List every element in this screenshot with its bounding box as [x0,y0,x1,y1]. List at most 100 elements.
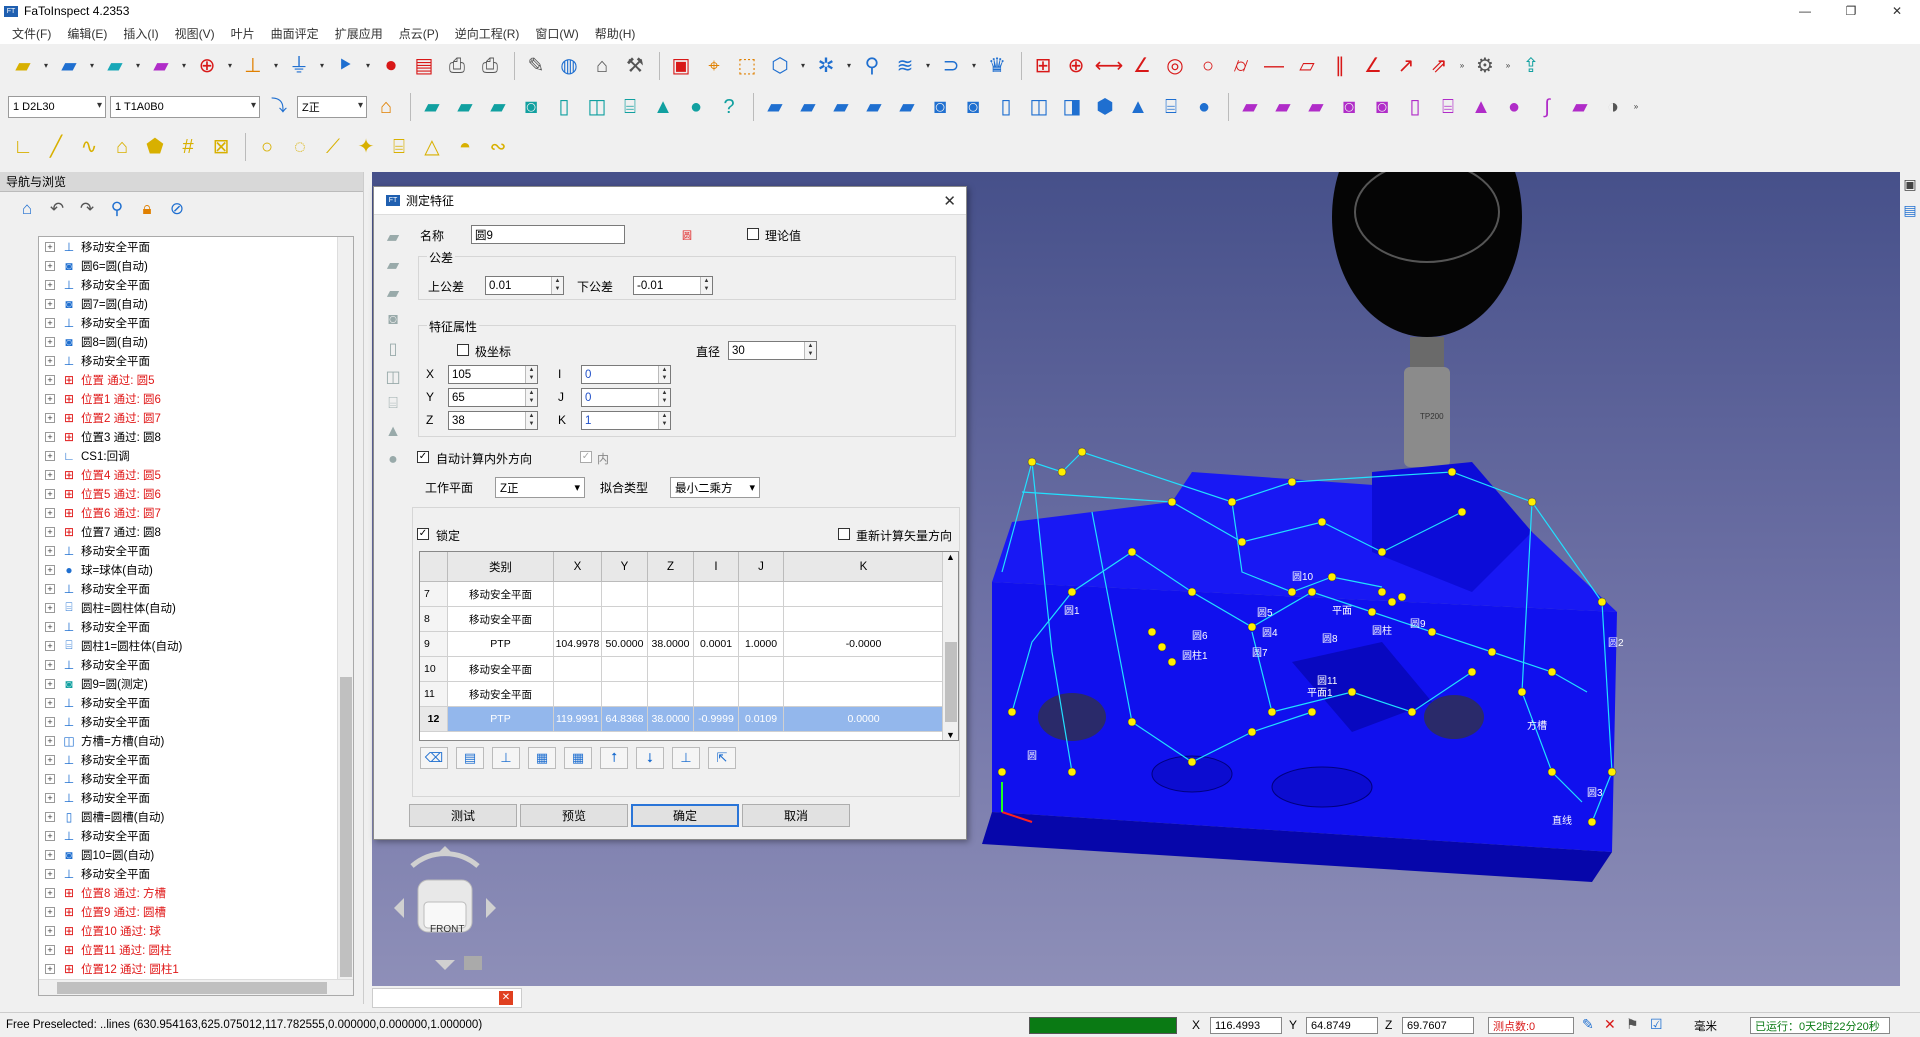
table-row[interactable]: 7 移动安全平面 [420,582,944,607]
flatness-icon[interactable]: ▱ [1292,51,1322,81]
more-icon[interactable]: » [1503,51,1513,81]
dropdown-icon[interactable]: ▾ [225,51,235,81]
spin-icon[interactable]: ▲ ▼ [658,366,670,383]
dropdown-icon[interactable]: ▾ [179,51,189,81]
feature-point-icon[interactable]: ▰ [483,92,513,122]
tree-item[interactable]: + ◙ 圆9=圆(测定) [39,674,353,693]
print-icon[interactable]: ⎙ [475,51,505,81]
construct-curve-icon[interactable]: ∫ [1532,92,1562,122]
auto-ellipse-icon[interactable]: ◙ [958,92,988,122]
pin-icon[interactable]: ⚲ [857,51,887,81]
auto-polygon-icon[interactable]: ⬢ [1090,92,1120,122]
type-slot-icon[interactable]: ▯ [382,339,404,367]
expand-icon[interactable]: + [45,849,55,860]
pentagon-icon[interactable]: ⬟ [140,132,170,162]
construct-line-icon[interactable]: ▰ [1268,92,1298,122]
tree-item[interactable]: + ▯ 圆槽=圆槽(自动) [39,807,353,826]
expand-icon[interactable]: + [45,773,55,784]
axis-icon[interactable]: ∟ [8,132,38,162]
construct-cylinder-icon[interactable]: ⌸ [1433,92,1463,122]
parallel-icon[interactable]: ∥ [1325,51,1355,81]
expand-icon[interactable]: + [45,298,55,309]
feature-plane-icon[interactable]: ▰ [417,92,447,122]
spin-icon[interactable]: ▲ ▼ [525,389,537,406]
expand-icon[interactable]: + [45,678,55,689]
spin-icon[interactable]: ▲ ▼ [551,277,563,294]
auto-edge-icon[interactable]: ▰ [826,92,856,122]
panel-icon[interactable]: ▣ [1900,176,1920,202]
dropdown-icon[interactable]: ▾ [969,51,979,81]
export-icon[interactable]: ⇪ [1516,51,1546,81]
workplane-dropdown[interactable]: Z正 [495,477,585,498]
feature-label-3d[interactable]: 直线 [1552,812,1572,827]
feature-label-3d[interactable]: 圆 [1027,747,1037,762]
expand-icon[interactable]: + [45,412,55,423]
tree-item[interactable]: + ⊞ 位置10 通过: 球 [39,921,353,940]
spin-icon[interactable]: ▲ ▼ [525,412,537,429]
circle-icon[interactable]: ○ [1193,51,1223,81]
circle-outline-icon[interactable]: ○ [252,132,282,162]
tree-item[interactable]: + ⊞ 位置3 通过: 圆8 [39,427,353,446]
tree-item[interactable]: + ◙ 圆10=圆(自动) [39,845,353,864]
construct-circle-icon[interactable]: ◙ [1334,92,1364,122]
expand-icon[interactable]: + [45,944,55,955]
type-line-icon[interactable]: ▰ [382,255,404,283]
x-input[interactable]: 105 ▲ ▼ [448,365,538,384]
type-circle-icon[interactable]: ◙ [382,311,404,339]
nav-home-icon[interactable]: ⌂ [14,196,40,222]
tree-item[interactable]: + ⊞ 位置9 通过: 圆槽 [39,902,353,921]
tree-item[interactable]: + ⊥ 移动安全平面 [39,788,353,807]
angle-icon[interactable]: ∠ [1127,51,1157,81]
expand-icon[interactable]: + [45,754,55,765]
j-input[interactable]: 0 ▲ ▼ [581,388,671,407]
straightness-icon[interactable]: — [1259,51,1289,81]
minimize-icon[interactable]: — [1782,0,1828,22]
menu-surface-eval[interactable]: 曲面评定 [263,25,327,42]
run-program-icon[interactable]: ⯈ [330,51,360,81]
expand-icon[interactable]: + [45,526,55,537]
inner-checkbox[interactable]: ✓ [580,451,592,463]
close-tab-icon[interactable]: ✕ [499,991,513,1005]
tree-item[interactable]: + ⊥ 移动安全平面 [39,712,353,731]
probe-vector-icon[interactable]: ⤵ [264,92,294,122]
expand-icon[interactable]: + [45,545,55,556]
table-row[interactable]: 8 移动安全平面 [420,607,944,632]
dropdown-icon[interactable]: ▾ [798,51,808,81]
preview-button[interactable]: 预览 [520,804,628,827]
construct-cone-icon[interactable]: ▲ [1466,92,1496,122]
expand-icon[interactable]: + [45,507,55,518]
tree-item[interactable]: + ⊞ 位置6 通过: 圆7 [39,503,353,522]
more-icon[interactable]: » [1457,51,1467,81]
plane-icon[interactable]: ▰ [54,51,84,81]
feature-circle-icon[interactable]: ◙ [516,92,546,122]
auto-point-icon[interactable]: ▰ [793,92,823,122]
y-input[interactable]: 65 ▲ ▼ [448,388,538,407]
tree-item[interactable]: + ⊥ 移动安全平面 [39,237,353,256]
tree-item[interactable]: + ⊞ 位置 通过: 圆5 [39,370,353,389]
auto-dir-checkbox[interactable]: ✓ [417,451,429,463]
layers-icon[interactable]: ≋ [890,51,920,81]
auto-plane2-icon[interactable]: ▰ [892,92,922,122]
menu-reverse[interactable]: 逆向工程(R) [447,25,528,42]
feature-slot-icon[interactable]: ▯ [549,92,579,122]
feature-label-3d[interactable]: 圆3 [1587,784,1603,799]
tree-item[interactable]: + ⊥ 移动安全平面 [39,275,353,294]
dropdown-icon[interactable]: ▾ [317,51,327,81]
feature-label-3d[interactable]: 圆6 [1192,627,1208,642]
construct-ellipse-icon[interactable]: ◙ [1367,92,1397,122]
expand-icon[interactable]: + [45,621,55,632]
expand-icon[interactable]: + [45,735,55,746]
expand-icon[interactable]: + [45,336,55,347]
expand-icon[interactable]: + [45,602,55,613]
circle-points-icon[interactable]: ◌ [285,132,315,162]
expand-icon[interactable]: + [45,431,55,442]
search-icon[interactable]: ⚲ [104,196,130,222]
spline-icon[interactable]: ∾ [483,132,513,162]
type-sphere-icon[interactable]: ● [382,451,404,479]
type-square-slot-icon[interactable]: ◫ [382,367,404,395]
name-input[interactable]: 圆9 [471,225,625,244]
feature-label-3d[interactable]: 圆4 [1262,624,1278,639]
move-down-icon[interactable]: ⭣ [636,747,664,769]
tree-item[interactable]: + ◙ 圆8=圆(自动) [39,332,353,351]
clear-points-icon[interactable]: ⌫ [420,747,448,769]
